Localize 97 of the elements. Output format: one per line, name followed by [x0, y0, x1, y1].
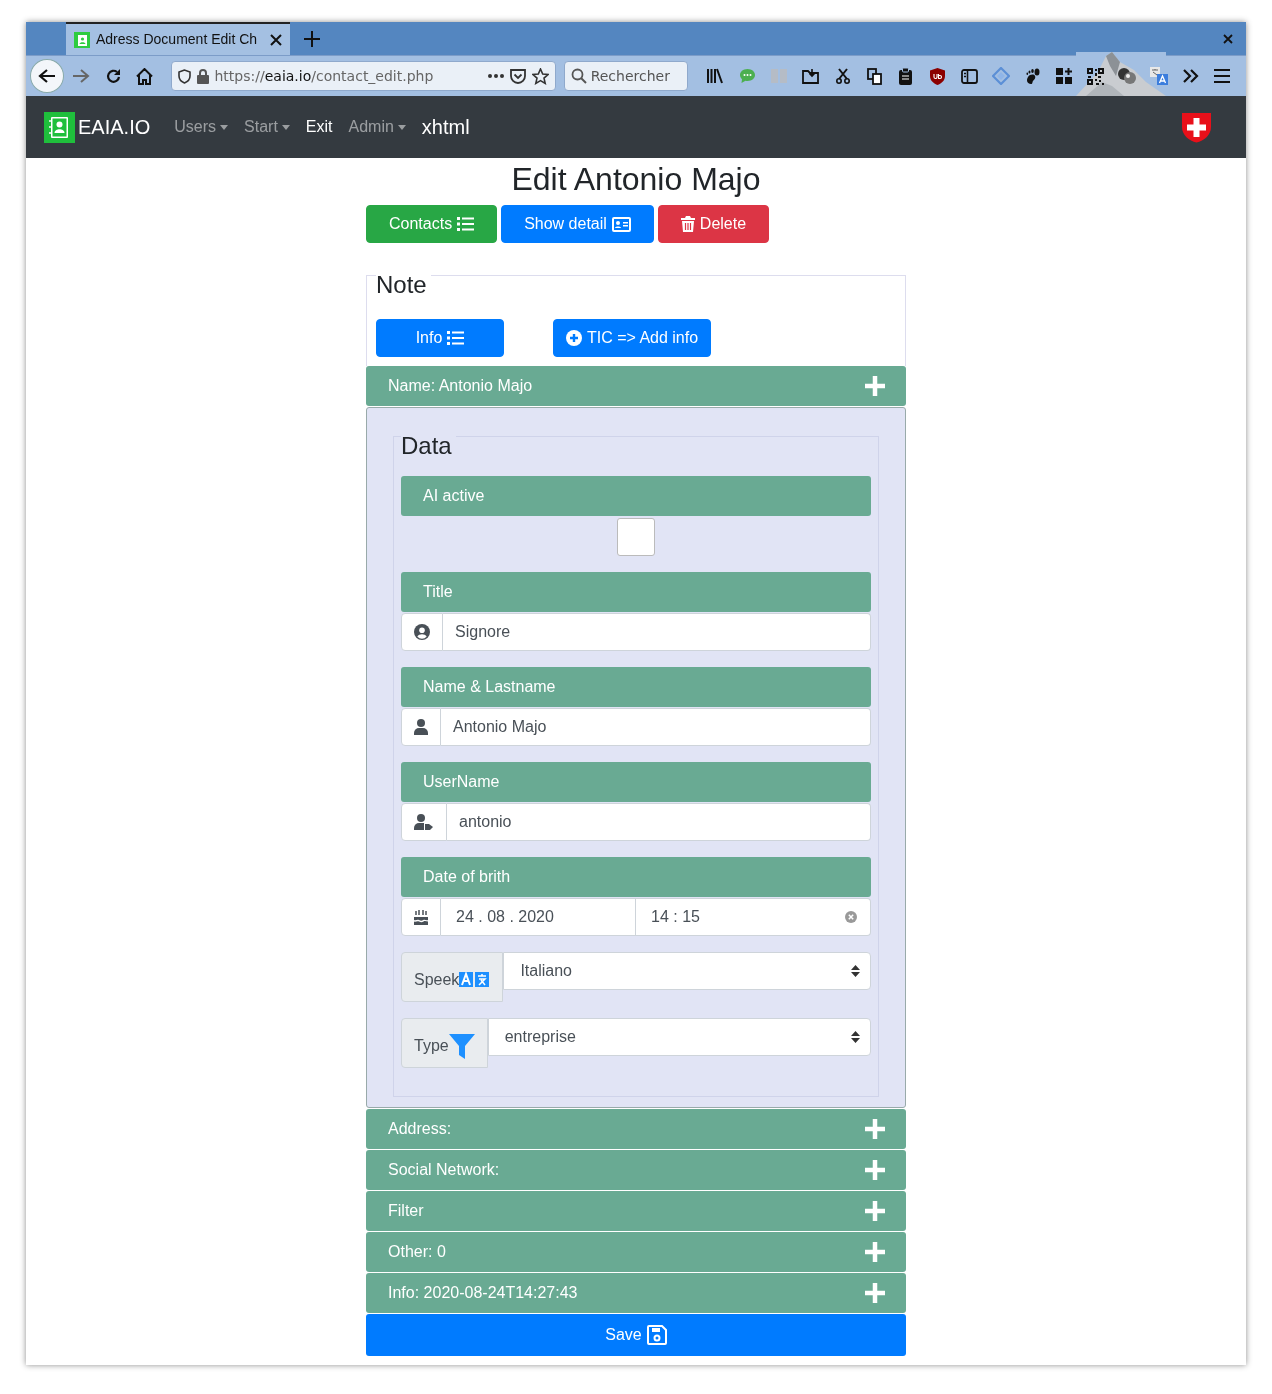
- section-header[interactable]: Name: Antonio Majo: [366, 366, 906, 407]
- note-button[interactable]: Info: [376, 319, 504, 358]
- action-button[interactable]: Delete: [657, 205, 770, 244]
- nav-text: xhtml: [421, 115, 470, 140]
- caret-icon: [281, 124, 290, 130]
- shield-icon: [177, 68, 191, 84]
- nav-dropdown[interactable]: Users: [174, 115, 229, 139]
- section-header[interactable]: Info: 2020-08-24T14:27:43: [366, 1273, 906, 1314]
- book-icon: [771, 69, 788, 83]
- translate-icon: [1149, 67, 1168, 85]
- note-button[interactable]: TIC => Add info: [553, 319, 711, 358]
- home-icon: [136, 67, 154, 85]
- paw-icon: [1024, 67, 1040, 85]
- field-label: Title: [401, 572, 871, 613]
- reload-icon: [104, 67, 122, 85]
- search-icon: [570, 68, 587, 84]
- caret-icon: [851, 965, 860, 978]
- nav-dropdown[interactable]: Start: [244, 115, 290, 139]
- nav-dropdown[interactable]: Admin: [348, 115, 406, 139]
- plus-icon: [304, 30, 320, 47]
- pocket-icon: [509, 68, 526, 84]
- date-field[interactable]: 24 . 08 . 2020: [441, 898, 636, 937]
- close-icon: [270, 33, 282, 46]
- back-button[interactable]: [30, 59, 64, 93]
- brand-link[interactable]: EAIA.IO: [78, 112, 151, 142]
- grid-plus-icon: [1056, 68, 1073, 84]
- caret-icon: [397, 124, 406, 130]
- url-text: https://eaia.io/contact_edit.php: [214, 66, 435, 86]
- checkbox[interactable]: [617, 518, 655, 557]
- plus-icon: [864, 1241, 886, 1264]
- lock-icon: [196, 68, 209, 84]
- cake-icon: [414, 909, 428, 926]
- scissors-icon: [835, 68, 850, 84]
- text-field[interactable]: antonio: [447, 803, 871, 842]
- swiss-flag-icon: [1181, 111, 1212, 143]
- close-icon: [1223, 33, 1233, 44]
- list-icon: [457, 217, 475, 232]
- label-text: Speek: [414, 970, 460, 991]
- page-title: Edit Antonio Majo: [510, 162, 762, 198]
- search-field[interactable]: Rechercher: [563, 61, 689, 91]
- user-icon: [414, 719, 428, 736]
- address-book-icon: [44, 111, 75, 143]
- chat-bubble-icon: [739, 68, 757, 84]
- translate-icon: [459, 972, 491, 989]
- diamond-icon: [991, 67, 1010, 85]
- plus-icon: [864, 1118, 886, 1141]
- field-label: AI active: [401, 476, 871, 517]
- list-icon: [447, 331, 465, 346]
- section-header[interactable]: Address:: [366, 1109, 906, 1150]
- caret-icon: [220, 124, 229, 130]
- shield-icon: [929, 67, 945, 85]
- field-label: Date of brith: [401, 857, 871, 898]
- user-tag-icon: [414, 814, 434, 831]
- action-button[interactable]: Contacts: [366, 205, 498, 244]
- address-field[interactable]: https://eaia.io/contact_edit.php: [170, 61, 556, 91]
- menu-icon: [1214, 69, 1231, 83]
- field-label: Name & Lastname: [401, 667, 871, 708]
- filter-icon: [448, 1033, 475, 1060]
- floppy-icon: [646, 1325, 667, 1346]
- select-field[interactable]: entreprise: [487, 1018, 871, 1057]
- copy-icon: [866, 67, 882, 85]
- select-field[interactable]: Italiano: [503, 952, 871, 991]
- star-icon: [531, 67, 549, 85]
- plus-icon: [864, 1159, 886, 1182]
- plus-circle-icon: [565, 330, 582, 347]
- arrow-right-icon: [72, 68, 91, 84]
- spheres-icon: [1117, 67, 1138, 85]
- books-icon: [707, 68, 725, 84]
- browser-tab[interactable]: Adress Document Edit Ch: [66, 22, 290, 55]
- field-label: UserName: [401, 762, 871, 803]
- arrow-left-icon: [37, 68, 56, 84]
- folder-download-icon: [802, 68, 820, 84]
- section-header[interactable]: Filter: [366, 1191, 906, 1232]
- plus-icon: [864, 1200, 886, 1223]
- sidebar-icon: [960, 68, 978, 84]
- label-text: Type: [414, 1036, 449, 1057]
- section-header[interactable]: Other: 0: [366, 1232, 906, 1273]
- plus-icon: [864, 375, 886, 398]
- clear-icon: [845, 911, 857, 924]
- text-field[interactable]: Antonio Majo: [441, 708, 871, 747]
- time-field[interactable]: 14 : 15: [636, 898, 871, 937]
- save-button[interactable]: Save: [366, 1314, 906, 1357]
- caret-icon: [851, 1031, 860, 1044]
- trash-icon: [680, 216, 695, 233]
- id-card-icon: [611, 216, 631, 232]
- user-circle-icon: [414, 624, 430, 641]
- plus-icon: [864, 1282, 886, 1305]
- qr-code-icon: [1087, 67, 1105, 85]
- text-field[interactable]: Signore: [443, 613, 871, 652]
- clipboard-icon: [899, 67, 913, 85]
- section-header[interactable]: Social Network:: [366, 1150, 906, 1191]
- nav-link[interactable]: Exit: [305, 115, 333, 139]
- page-favicon: [74, 31, 90, 48]
- brand-logo[interactable]: [44, 111, 75, 143]
- action-button[interactable]: Show detail: [501, 205, 654, 244]
- chevrons-icon: [1182, 69, 1199, 83]
- more-icon: [487, 74, 504, 78]
